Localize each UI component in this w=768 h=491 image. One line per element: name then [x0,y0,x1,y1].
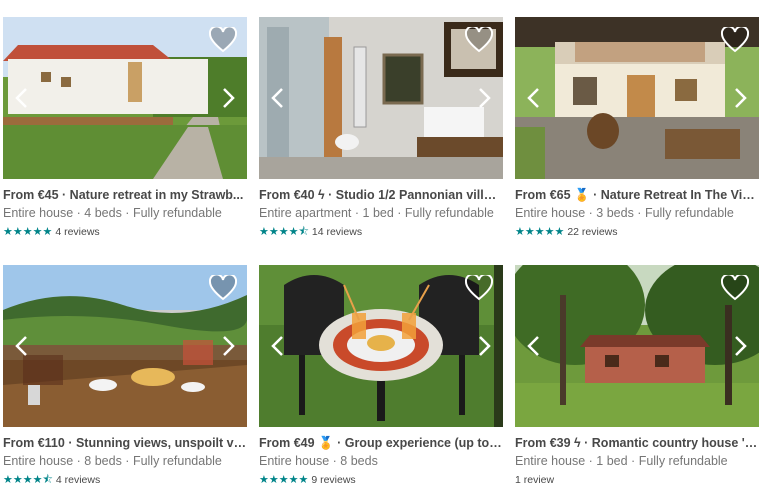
listing-card[interactable]: From €40 ϟ · Studio 1/2 Pannonian villag… [259,17,503,239]
listing-title[interactable]: From €110 · Stunning views, unspoilt val… [3,435,247,451]
listing-card[interactable]: From €65 🏅 · Nature Retreat In The Vine.… [515,17,759,239]
chevron-left-icon[interactable] [11,332,33,360]
listing-beds: 8 beds [340,454,378,468]
review-count: 1 review [515,474,555,486]
star-rating: ★★★★⯪ [3,474,53,486]
listing-cancellation: Fully refundable [644,206,734,220]
chevron-right-icon[interactable] [217,332,239,360]
chevron-left-icon[interactable] [523,332,545,360]
listing-card[interactable]: From €45 · Nature retreat in my Strawb..… [3,17,247,239]
review-count: 22 reviews [567,226,618,238]
listing-details: Entire house · 8 beds [259,454,378,468]
review-count: 9 reviews [311,474,356,486]
listing-rating: ★★★★★ 4 reviews [3,225,247,239]
listing-title[interactable]: From €49 🏅 · Group experience (up to 8 .… [259,435,503,451]
listing-type: Entire house [3,454,74,468]
listing-beds: 4 beds [84,206,122,220]
listing-cancellation: Fully refundable [404,206,494,220]
listing-cancellation: Fully refundable [132,206,222,220]
chevron-left-icon[interactable] [11,84,33,112]
listing-beds: 1 bed [362,206,394,220]
listing-rating: ★★★★⯪ 4 reviews [3,473,247,487]
star-rating: ★★★★★ [259,474,309,486]
listing-beds: 8 beds [84,454,122,468]
heart-icon[interactable] [465,27,493,53]
listing-rating: ★★★★★ 9 reviews [259,473,503,487]
listing-title[interactable]: From €40 ϟ · Studio 1/2 Pannonian villag… [259,187,503,203]
listing-cancellation: Fully refundable [132,454,222,468]
listing-photo[interactable] [3,17,247,179]
heart-icon[interactable] [465,275,493,301]
heart-icon[interactable] [209,275,237,301]
chevron-right-icon[interactable] [729,84,751,112]
listing-beds: 1 bed [596,454,628,468]
listing-rating: 1 review [515,473,759,487]
listing-card[interactable]: From €39 ϟ · Romantic country house 'P..… [515,265,759,487]
listing-details: Entire house · 3 beds · Fully refundable [515,206,734,220]
listing-type: Entire house [3,206,74,220]
chevron-left-icon[interactable] [267,332,289,360]
listing-photo[interactable] [259,265,503,427]
review-count: 4 reviews [55,226,100,238]
listing-photo[interactable] [515,265,759,427]
chevron-right-icon[interactable] [729,332,751,360]
listing-details: Entire house · 8 beds · Fully refundable [3,454,222,468]
chevron-right-icon[interactable] [473,332,495,360]
listing-type: Entire apartment [259,206,352,220]
heart-icon[interactable] [721,27,749,53]
listing-rating: ★★★★⯪ 14 reviews [259,225,503,239]
review-count: 4 reviews [55,474,101,486]
listing-title[interactable]: From €39 ϟ · Romantic country house 'P..… [515,435,759,451]
listing-title[interactable]: From €65 🏅 · Nature Retreat In The Vine.… [515,187,759,203]
listing-type: Entire house [515,454,586,468]
chevron-left-icon[interactable] [267,84,289,112]
star-rating: ★★★★★ [515,226,565,238]
listing-type: Entire house [515,206,586,220]
chevron-right-icon[interactable] [217,84,239,112]
listing-type: Entire house [259,454,330,468]
listing-card[interactable]: From €49 🏅 · Group experience (up to 8 .… [259,265,503,487]
review-count: 14 reviews [311,226,363,238]
chevron-right-icon[interactable] [473,84,495,112]
star-rating: ★★★★⯪ [259,226,309,238]
listing-card[interactable]: From €110 · Stunning views, unspoilt val… [3,265,247,487]
listing-details: Entire house · 4 beds · Fully refundable [3,206,222,220]
listing-rating: ★★★★★ 22 reviews [515,225,759,239]
listing-cancellation: Fully refundable [638,454,728,468]
chevron-left-icon[interactable] [523,84,545,112]
listing-photo[interactable] [259,17,503,179]
star-rating: ★★★★★ [3,226,53,238]
heart-icon[interactable] [721,275,749,301]
listing-details: Entire apartment · 1 bed · Fully refunda… [259,206,494,220]
listing-details: Entire house · 1 bed · Fully refundable [515,454,728,468]
listing-title[interactable]: From €45 · Nature retreat in my Strawb..… [3,187,247,203]
listing-photo[interactable] [515,17,759,179]
listing-photo[interactable] [3,265,247,427]
listing-beds: 3 beds [596,206,634,220]
heart-icon[interactable] [209,27,237,53]
